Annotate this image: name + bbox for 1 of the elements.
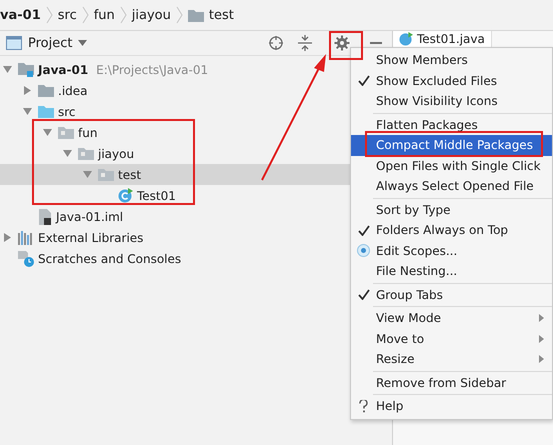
path-hint: E:\Projects\Java-01 bbox=[96, 62, 208, 76]
